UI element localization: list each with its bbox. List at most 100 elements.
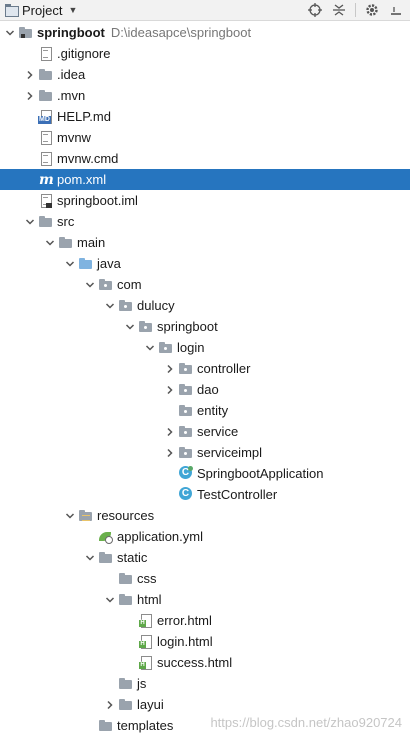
tree-row-serviceimpl[interactable]: serviceimpl (0, 442, 410, 463)
dropdown-caret-icon[interactable]: ▼ (68, 5, 77, 15)
tree-item-label: springboot.iml (57, 193, 138, 208)
expanded-arrow-icon[interactable] (104, 295, 116, 316)
tree-item-label: dulucy (137, 298, 175, 313)
tree-row-mvnw[interactable]: mvnw (0, 127, 410, 148)
settings-gear-icon[interactable] (364, 2, 380, 18)
tree-row-application-yml[interactable]: application.yml (0, 526, 410, 547)
tree-item-label: src (57, 214, 75, 229)
tree-item-label: entity (197, 403, 229, 418)
hide-icon[interactable] (388, 2, 404, 18)
tree-row-springbootapplication[interactable]: SpringbootApplication (0, 463, 410, 484)
maven-file-icon: m (39, 172, 54, 188)
expanded-arrow-icon[interactable] (64, 505, 76, 526)
collapsed-arrow-icon[interactable] (104, 694, 116, 715)
expanded-arrow-icon[interactable] (104, 589, 116, 610)
tree-row-error-html[interactable]: Herror.html (0, 610, 410, 631)
folder-icon (98, 718, 114, 733)
tree-row-mvnw-cmd[interactable]: mvnw.cmd (0, 148, 410, 169)
tree-item-label: .mvn (57, 88, 86, 103)
tree-row-springboot[interactable]: springboot D:\ideasapce\springboot (0, 22, 410, 43)
tree-row-com[interactable]: com (0, 274, 410, 295)
tree-row-controller[interactable]: controller (0, 358, 410, 379)
tree-row-login-html[interactable]: Hlogin.html (0, 631, 410, 652)
tree-row-resources[interactable]: resources (0, 505, 410, 526)
tree-item-label: mvnw (57, 130, 91, 145)
collapsed-arrow-icon[interactable] (24, 64, 36, 85)
expanded-arrow-icon[interactable] (44, 232, 56, 253)
tree-row-idea[interactable]: .idea (0, 64, 410, 85)
resources-folder-icon (78, 508, 94, 523)
tree-row-pom-xml[interactable]: m pom.xml (0, 169, 410, 190)
tree-row-static[interactable]: static (0, 547, 410, 568)
expanded-arrow-icon[interactable] (124, 316, 136, 337)
tree-row-html[interactable]: html (0, 589, 410, 610)
tree-row-entity[interactable]: entity (0, 400, 410, 421)
package-icon (138, 319, 154, 334)
tree-row-src[interactable]: src (0, 211, 410, 232)
tree-item-label: html (137, 592, 162, 607)
html-file-icon: H (138, 613, 154, 628)
tree-item-label: springboot (157, 319, 218, 334)
tree-item-label: js (137, 676, 147, 691)
tree-item-label: .idea (57, 67, 86, 82)
collapse-all-icon[interactable] (331, 2, 347, 18)
tree-item-label: login (177, 340, 205, 355)
tree-item-label: TestController (197, 487, 278, 502)
folder-icon (118, 571, 134, 586)
tree-item-label: success.html (157, 655, 233, 670)
tree-item-label: layui (137, 697, 164, 712)
tree-row-gitignore[interactable]: .gitignore (0, 43, 410, 64)
collapsed-arrow-icon[interactable] (164, 379, 176, 400)
tree-row-dulucy[interactable]: dulucy (0, 295, 410, 316)
collapsed-arrow-icon[interactable] (164, 442, 176, 463)
collapsed-arrow-icon[interactable] (164, 358, 176, 379)
iml-file-icon (38, 193, 54, 208)
tree-row-dao[interactable]: dao (0, 379, 410, 400)
tree-item-label: HELP.md (57, 109, 111, 124)
tree-item-label: resources (97, 508, 155, 523)
project-view-selector[interactable]: Project ▼ (4, 2, 77, 18)
html-file-icon: H (138, 655, 154, 670)
tree-row-css[interactable]: css (0, 568, 410, 589)
project-icon (4, 4, 19, 17)
tree-item-label: css (137, 571, 157, 586)
expanded-arrow-icon[interactable] (144, 337, 156, 358)
expanded-arrow-icon[interactable] (64, 253, 76, 274)
tree-item-label: com (117, 277, 142, 292)
module-folder-icon (18, 25, 34, 40)
yml-file-icon (98, 529, 114, 544)
collapsed-arrow-icon[interactable] (164, 421, 176, 442)
source-folder-icon (78, 256, 94, 271)
module-path: D:\ideasapce\springboot (110, 25, 252, 40)
tree-item-label: mvnw.cmd (57, 151, 119, 166)
tree-row-service[interactable]: service (0, 421, 410, 442)
toolbar-actions (307, 1, 404, 19)
folder-icon (118, 697, 134, 712)
tree-item-label: static (117, 550, 148, 565)
collapsed-arrow-icon[interactable] (24, 85, 36, 106)
package-icon (178, 382, 194, 397)
tree-row-main[interactable]: main (0, 232, 410, 253)
tree-row-layui[interactable]: layui (0, 694, 410, 715)
text-file-icon (38, 46, 54, 61)
tree-row-java[interactable]: java (0, 253, 410, 274)
crosshair-icon[interactable] (307, 2, 323, 18)
tree-row-springboot-iml[interactable]: springboot.iml (0, 190, 410, 211)
project-view-title: Project (22, 2, 63, 18)
tree-row-js[interactable]: js (0, 673, 410, 694)
tree-row-mvn[interactable]: .mvn (0, 85, 410, 106)
expanded-arrow-icon[interactable] (4, 22, 16, 43)
tree-row-login[interactable]: login (0, 337, 410, 358)
expanded-arrow-icon[interactable] (24, 211, 36, 232)
tree-row-help-md[interactable]: MD HELP.md (0, 106, 410, 127)
text-file-icon (38, 130, 54, 145)
expanded-arrow-icon[interactable] (84, 274, 96, 295)
tree-row-testcontroller[interactable]: TestController (0, 484, 410, 505)
html-file-icon: H (138, 634, 154, 649)
expanded-arrow-icon[interactable] (84, 547, 96, 568)
tree-row-success-html[interactable]: Hsuccess.html (0, 652, 410, 673)
tree-row-springboot[interactable]: springboot (0, 316, 410, 337)
folder-icon (58, 235, 74, 250)
text-file-icon (38, 151, 54, 166)
tree-item-label: application.yml (117, 529, 203, 544)
